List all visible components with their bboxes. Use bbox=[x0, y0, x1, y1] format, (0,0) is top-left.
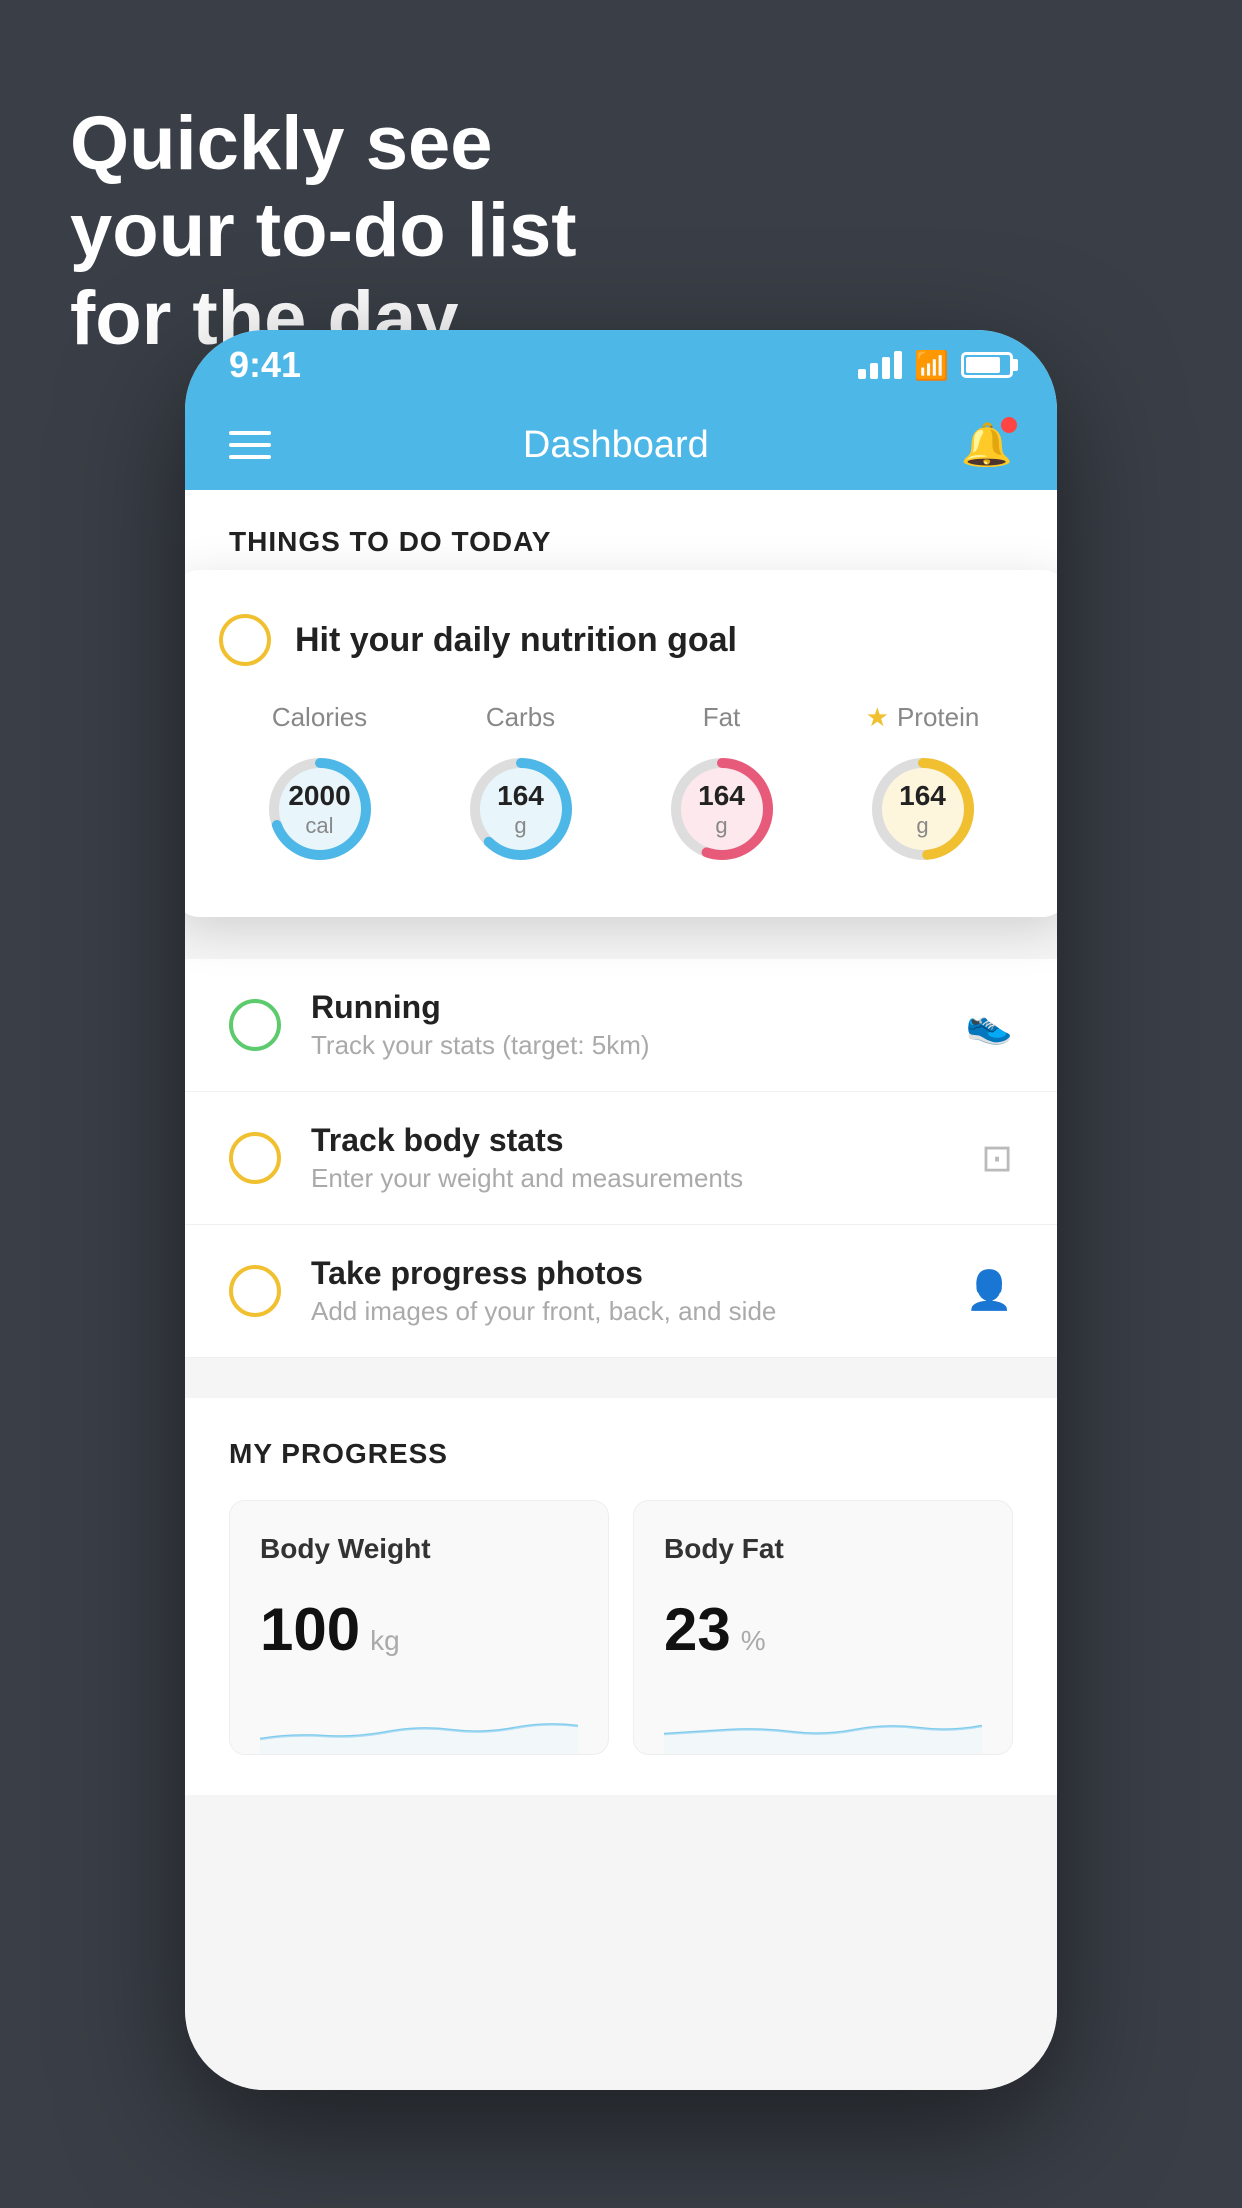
nutrition-title: Hit your daily nutrition goal bbox=[295, 621, 737, 660]
star-icon: ★ bbox=[866, 702, 889, 733]
protein-label: ★ Protein bbox=[866, 702, 980, 733]
hamburger-menu[interactable] bbox=[229, 431, 271, 459]
nutrition-checkbox[interactable] bbox=[219, 614, 271, 666]
status-icons: 📶 bbox=[858, 349, 1013, 382]
photos-text: Take progress photos Add images of your … bbox=[311, 1255, 936, 1327]
calories-label: Calories bbox=[272, 702, 367, 733]
app-content: THINGS TO DO TODAY Hit your daily nutrit… bbox=[185, 490, 1057, 2090]
body-weight-unit: kg bbox=[370, 1625, 400, 1657]
macro-protein: ★ Protein 164 g bbox=[863, 702, 983, 869]
carbs-value: 164 bbox=[497, 779, 544, 813]
body-stats-sub: Enter your weight and measurements bbox=[311, 1163, 951, 1194]
status-bar: 9:41 📶 bbox=[185, 330, 1057, 400]
things-section-title: THINGS TO DO TODAY bbox=[229, 526, 551, 557]
photos-sub: Add images of your front, back, and side bbox=[311, 1296, 936, 1327]
running-sub: Track your stats (target: 5km) bbox=[311, 1030, 936, 1061]
fat-label: Fat bbox=[703, 702, 741, 733]
carbs-unit: g bbox=[497, 813, 544, 839]
body-fat-value-row: 23 % bbox=[664, 1595, 982, 1664]
body-weight-chart bbox=[260, 1694, 578, 1754]
running-checkbox[interactable] bbox=[229, 999, 281, 1051]
signal-icon bbox=[858, 351, 902, 379]
calories-donut: 2000 cal bbox=[260, 749, 380, 869]
macro-fat: Fat 164 g bbox=[662, 702, 782, 869]
things-section-header: THINGS TO DO TODAY bbox=[185, 490, 1057, 579]
photos-icon: 👤 bbox=[966, 1269, 1013, 1313]
photos-name: Take progress photos bbox=[311, 1255, 936, 1292]
body-fat-chart bbox=[664, 1694, 982, 1754]
body-weight-value-row: 100 kg bbox=[260, 1595, 578, 1664]
body-stats-checkbox[interactable] bbox=[229, 1132, 281, 1184]
todo-list: Running Track your stats (target: 5km) 👟… bbox=[185, 959, 1057, 1358]
progress-cards: Body Weight 100 kg Body Fat bbox=[229, 1500, 1013, 1755]
fat-unit: g bbox=[698, 813, 745, 839]
battery-icon bbox=[961, 352, 1013, 378]
body-stats-name: Track body stats bbox=[311, 1122, 951, 1159]
macros-row: Calories 2000 cal bbox=[219, 702, 1023, 869]
nav-title: Dashboard bbox=[523, 424, 709, 467]
protein-donut: 164 g bbox=[863, 749, 983, 869]
body-fat-unit: % bbox=[741, 1625, 766, 1657]
nutrition-card[interactable]: Hit your daily nutrition goal Calories 2… bbox=[185, 570, 1057, 917]
todo-item-body-stats[interactable]: Track body stats Enter your weight and m… bbox=[185, 1092, 1057, 1225]
body-stats-icon: ⊡ bbox=[981, 1136, 1013, 1181]
calories-value: 2000 bbox=[288, 779, 350, 813]
carbs-label: Carbs bbox=[486, 702, 555, 733]
nutrition-card-header: Hit your daily nutrition goal bbox=[219, 614, 1023, 666]
photos-checkbox[interactable] bbox=[229, 1265, 281, 1317]
nav-bar: Dashboard 🔔 bbox=[185, 400, 1057, 490]
carbs-donut: 164 g bbox=[461, 749, 581, 869]
body-fat-card[interactable]: Body Fat 23 % bbox=[633, 1500, 1013, 1755]
running-text: Running Track your stats (target: 5km) bbox=[311, 989, 936, 1061]
progress-section: MY PROGRESS Body Weight 100 kg bbox=[185, 1398, 1057, 1795]
protein-value: 164 bbox=[899, 779, 946, 813]
body-weight-card[interactable]: Body Weight 100 kg bbox=[229, 1500, 609, 1755]
body-fat-title: Body Fat bbox=[664, 1533, 982, 1565]
calories-unit: cal bbox=[288, 813, 350, 839]
todo-item-running[interactable]: Running Track your stats (target: 5km) 👟 bbox=[185, 959, 1057, 1092]
running-name: Running bbox=[311, 989, 936, 1026]
body-fat-value: 23 bbox=[664, 1595, 731, 1664]
running-icon: 👟 bbox=[966, 1003, 1013, 1047]
notification-bell-icon[interactable]: 🔔 bbox=[961, 421, 1013, 470]
todo-item-photos[interactable]: Take progress photos Add images of your … bbox=[185, 1225, 1057, 1358]
macro-carbs: Carbs 164 g bbox=[461, 702, 581, 869]
body-stats-text: Track body stats Enter your weight and m… bbox=[311, 1122, 951, 1194]
fat-value: 164 bbox=[698, 779, 745, 813]
notification-dot bbox=[1001, 417, 1017, 433]
protein-unit: g bbox=[899, 813, 946, 839]
macro-calories: Calories 2000 cal bbox=[260, 702, 380, 869]
status-time: 9:41 bbox=[229, 344, 301, 386]
fat-donut: 164 g bbox=[662, 749, 782, 869]
phone-mockup: 9:41 📶 Dashboard 🔔 THINGS TO bbox=[185, 330, 1057, 2090]
background-headline: Quickly see your to-do list for the day. bbox=[70, 100, 577, 362]
wifi-icon: 📶 bbox=[914, 349, 949, 382]
body-weight-title: Body Weight bbox=[260, 1533, 578, 1565]
progress-title: MY PROGRESS bbox=[229, 1438, 1013, 1470]
body-weight-value: 100 bbox=[260, 1595, 360, 1664]
